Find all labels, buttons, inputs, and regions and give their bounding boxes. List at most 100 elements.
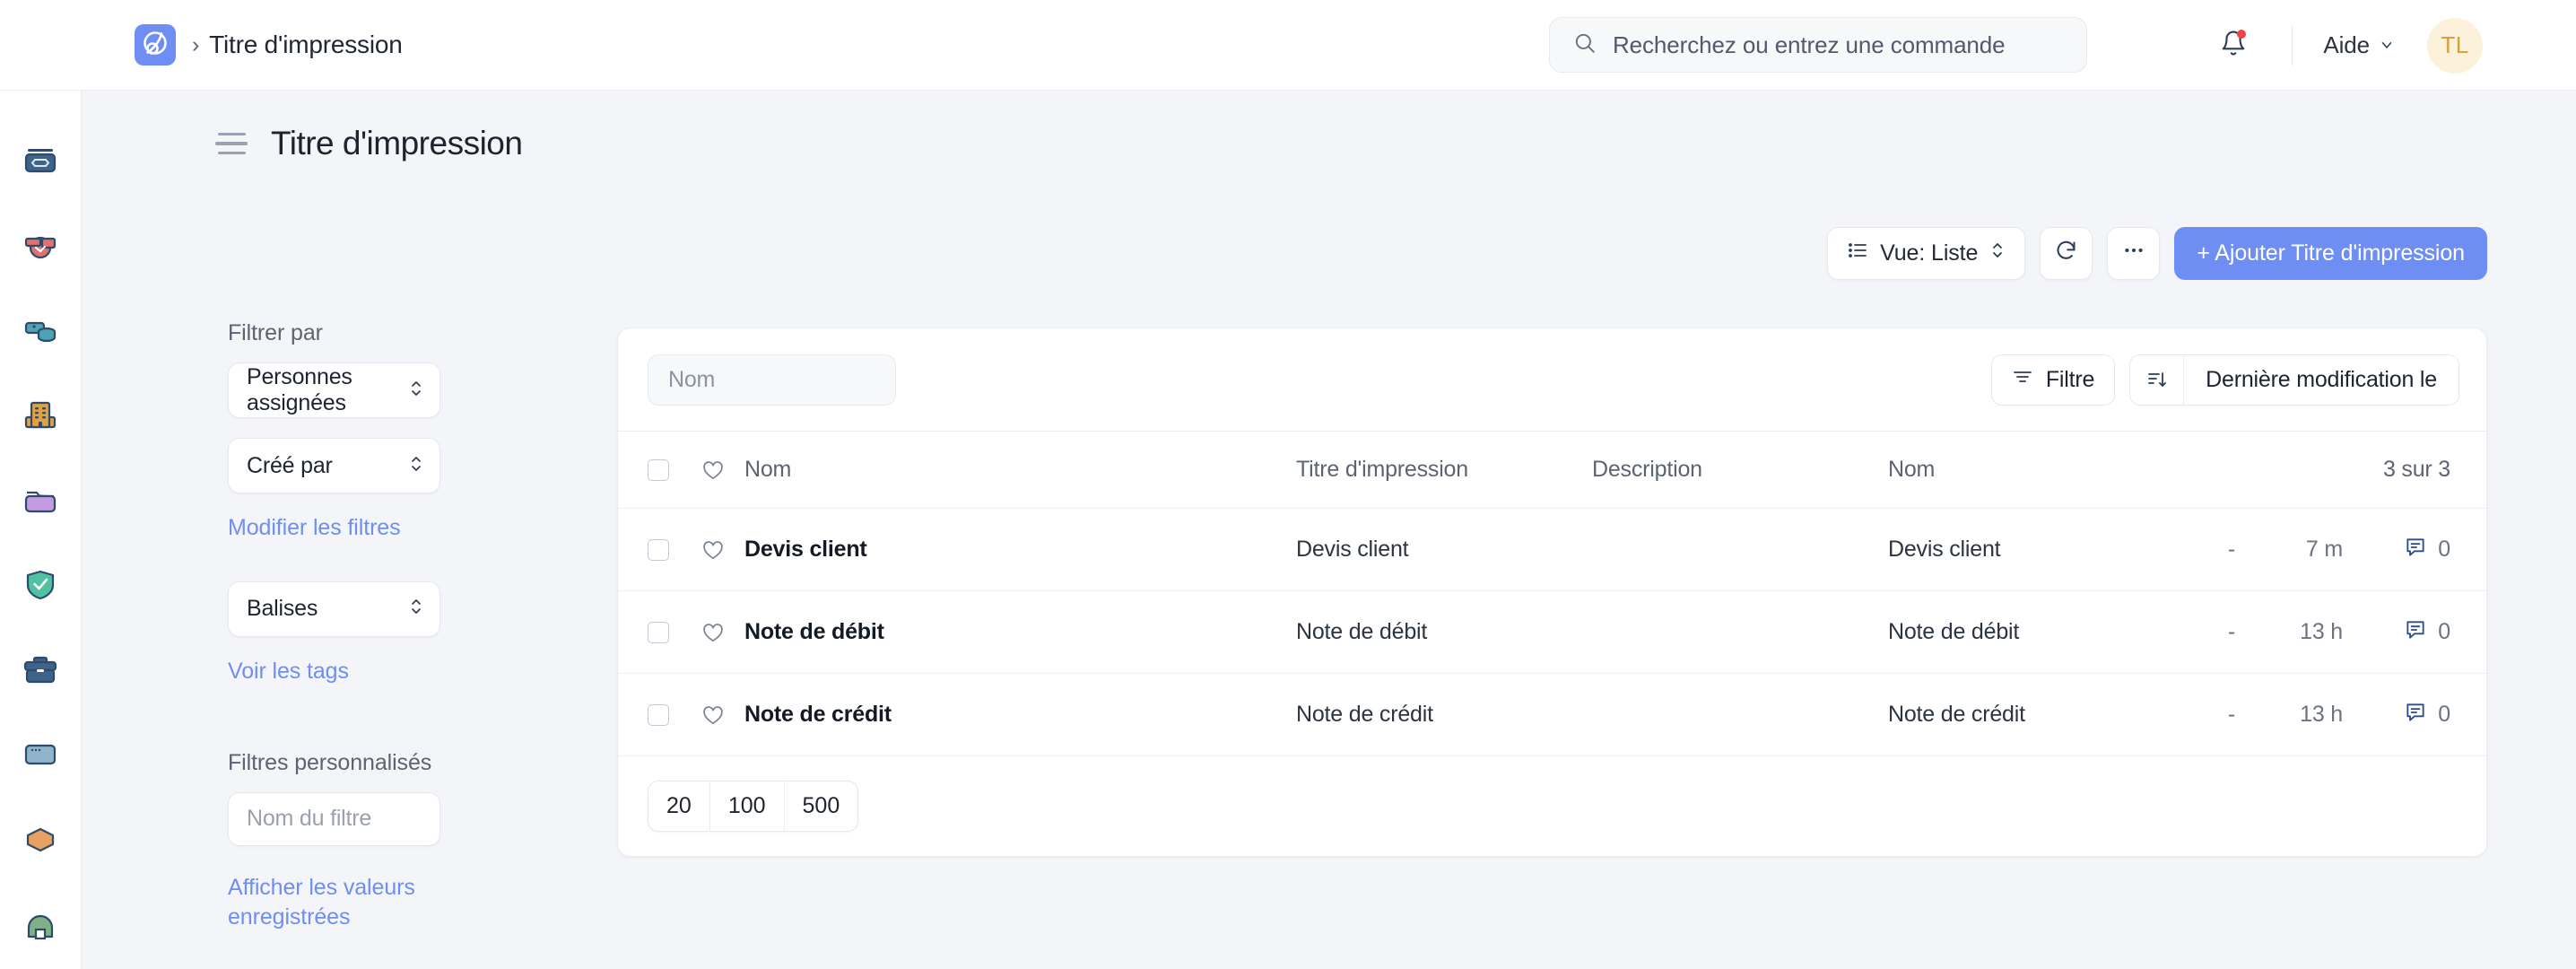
table-row[interactable]: Note de débit Note de débit Note de débi… xyxy=(618,590,2486,673)
sort-field-label[interactable]: Dernière modification le xyxy=(2184,355,2459,405)
refresh-icon xyxy=(2054,239,2078,269)
topbar-left: › Titre d'impression xyxy=(0,24,403,65)
row-name[interactable]: Note de crédit xyxy=(744,702,1296,728)
row-comment-count: 0 xyxy=(2438,537,2450,563)
filter-icon xyxy=(2012,366,2033,394)
comment-icon xyxy=(2404,701,2427,729)
sidebar-item-window[interactable] xyxy=(0,715,82,800)
column-header-name-2[interactable]: Nom xyxy=(1888,457,2383,483)
row-comments[interactable]: 0 xyxy=(2343,618,2450,646)
row-checkbox[interactable] xyxy=(648,539,701,561)
row-print-title: Note de débit xyxy=(1296,619,1592,645)
heart-icon[interactable] xyxy=(701,538,744,562)
creator-select[interactable]: Créé par xyxy=(228,438,440,493)
row-checkbox[interactable] xyxy=(648,622,701,643)
chevron-updown-icon xyxy=(409,597,423,621)
breadcrumb-label[interactable]: Titre d'impression xyxy=(209,31,402,59)
top-bar: › Titre d'impression Recherchez ou entre… xyxy=(0,0,2576,91)
heart-icon[interactable] xyxy=(701,621,744,644)
column-header-description[interactable]: Description xyxy=(1592,457,1888,483)
sidebar-item-card-box[interactable] xyxy=(0,121,82,206)
list-toolbar: Nom Filtre xyxy=(618,328,2486,431)
list-card: Nom Filtre xyxy=(617,327,2487,857)
chevron-updown-icon xyxy=(409,379,423,403)
row-name-2: Devis client xyxy=(1888,537,2154,563)
column-header-name[interactable]: Nom xyxy=(744,457,1296,483)
row-dash: - xyxy=(2154,702,2235,728)
app-icon-rail xyxy=(0,91,82,969)
filter-name-input[interactable]: Nom du filtre xyxy=(228,792,440,846)
sidebar-item-hexagon[interactable] xyxy=(0,799,82,885)
table-row[interactable]: Note de crédit Note de crédit Note de cr… xyxy=(618,673,2486,755)
sidebar-item-building[interactable] xyxy=(0,376,82,461)
topbar-right: Aide TL xyxy=(2206,0,2483,91)
app-logo-icon[interactable] xyxy=(135,24,176,65)
saved-values-link[interactable]: Afficher les valeurs enregistrées xyxy=(228,873,440,934)
assignee-select[interactable]: Personnes assignées xyxy=(228,362,440,418)
row-checkbox[interactable] xyxy=(648,704,701,726)
sort-control[interactable]: Dernière modification le xyxy=(2129,354,2459,406)
window-icon xyxy=(22,737,58,777)
avatar[interactable]: TL xyxy=(2427,18,2483,74)
hexagon-icon xyxy=(22,822,58,862)
person-icon xyxy=(22,906,58,947)
chevron-updown-icon xyxy=(1989,240,2006,266)
page-size-20[interactable]: 20 xyxy=(648,781,710,831)
name-filter-input[interactable]: Nom xyxy=(648,354,896,406)
notifications-button[interactable] xyxy=(2206,18,2261,74)
result-count: 3 sur 3 xyxy=(2383,457,2450,483)
select-all-checkbox[interactable] xyxy=(648,459,701,481)
heart-icon[interactable] xyxy=(701,703,744,727)
sidebar-item-handshake[interactable] xyxy=(0,206,82,292)
row-comment-count: 0 xyxy=(2438,702,2450,728)
sidebar-item-briefcase[interactable] xyxy=(0,630,82,715)
row-name-2: Note de débit xyxy=(1888,619,2154,645)
sidebar-item-person[interactable] xyxy=(0,885,82,969)
global-search-input[interactable]: Recherchez ou entrez une commande xyxy=(1549,17,2087,73)
help-menu[interactable]: Aide xyxy=(2323,31,2395,59)
assignee-select-value: Personnes assignées xyxy=(247,364,409,416)
row-name[interactable]: Devis client xyxy=(744,537,1296,563)
name-filter-placeholder: Nom xyxy=(668,367,715,393)
topbar-divider xyxy=(2292,26,2293,65)
sidebar-item-database[interactable] xyxy=(0,291,82,376)
chevron-updown-icon xyxy=(409,454,423,478)
sidebar-item-folder[interactable] xyxy=(0,460,82,546)
search-icon xyxy=(1573,31,1597,59)
sort-descending-icon[interactable] xyxy=(2130,355,2184,405)
heart-icon[interactable] xyxy=(701,458,744,482)
page-size-selector: 20 100 500 xyxy=(618,755,2486,856)
column-header-print-title[interactable]: Titre d'impression xyxy=(1296,457,1592,483)
folder-icon xyxy=(22,483,58,523)
table-header-row: Nom Titre d'impression Description Nom 3… xyxy=(618,431,2486,508)
page-actions: Vue: Liste xyxy=(1827,227,2487,280)
view-selector-button[interactable]: Vue: Liste xyxy=(1827,227,2025,280)
more-options-button[interactable] xyxy=(2107,227,2160,280)
view-tags-link[interactable]: Voir les tags xyxy=(228,657,440,687)
row-print-title: Note de crédit xyxy=(1296,702,1592,728)
row-name[interactable]: Note de débit xyxy=(744,619,1296,645)
row-print-title: Devis client xyxy=(1296,537,1592,563)
row-comments[interactable]: 0 xyxy=(2343,701,2450,729)
creator-select-value: Créé par xyxy=(247,453,333,479)
hamburger-menu-icon[interactable] xyxy=(215,133,248,155)
page-size-100[interactable]: 100 xyxy=(710,781,785,831)
page-size-group: 20 100 500 xyxy=(648,781,858,832)
filter-button[interactable]: Filtre xyxy=(1991,354,2115,406)
table-row[interactable]: Devis client Devis client Devis client -… xyxy=(618,508,2486,590)
refresh-button[interactable] xyxy=(2040,227,2093,280)
page-size-500[interactable]: 500 xyxy=(785,781,858,831)
content-area: Titre d'impression Vue: Liste xyxy=(82,91,2576,969)
breadcrumb-chevron-icon: › xyxy=(192,32,199,58)
filter-sidebar: Filtrer par Personnes assignées Créé par xyxy=(82,320,476,933)
building-icon xyxy=(22,397,58,438)
tags-select[interactable]: Balises xyxy=(228,581,440,637)
row-comments[interactable]: 0 xyxy=(2343,536,2450,563)
chevron-down-icon xyxy=(2379,31,2395,59)
sidebar-item-shield-check[interactable] xyxy=(0,546,82,631)
edit-filters-link[interactable]: Modifier les filtres xyxy=(228,513,440,544)
briefcase-icon xyxy=(22,652,58,693)
custom-filters-label: Filtres personnalisés xyxy=(228,750,440,776)
comment-icon xyxy=(2404,618,2427,646)
add-print-title-button[interactable]: + Ajouter Titre d'impression xyxy=(2174,227,2487,280)
